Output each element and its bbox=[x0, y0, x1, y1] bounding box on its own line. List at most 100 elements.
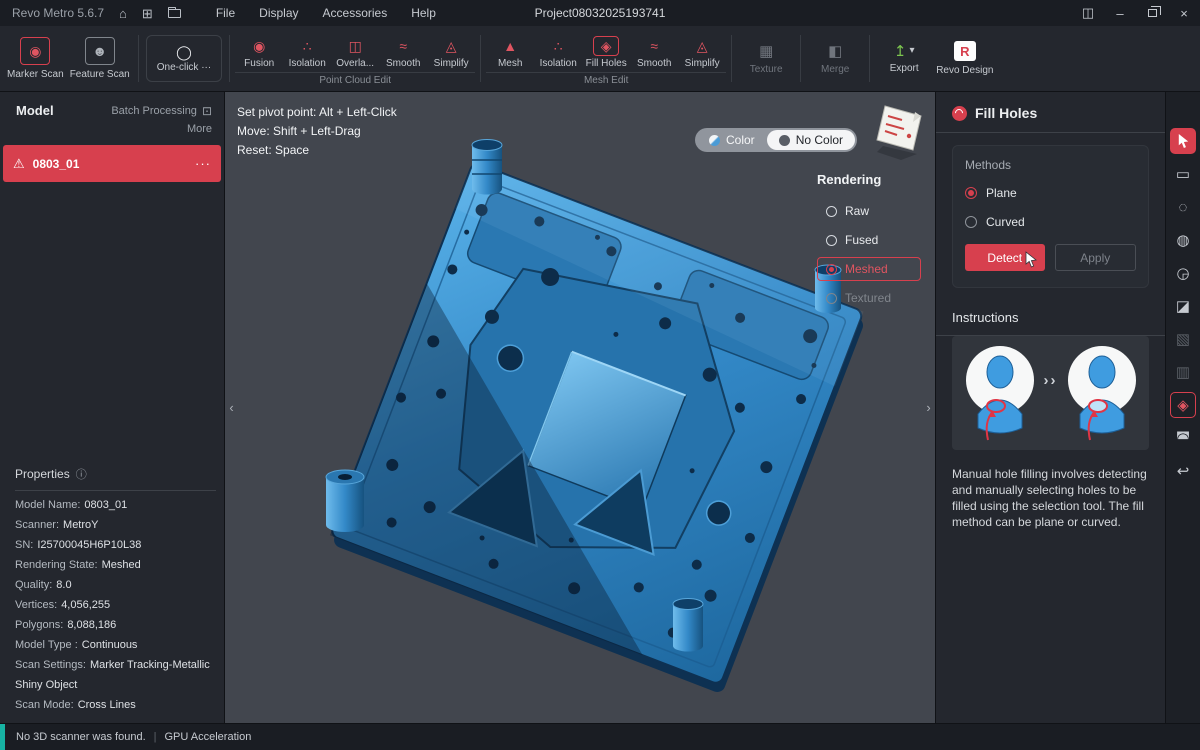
model-name: 0803_01 bbox=[32, 156, 80, 171]
brush-select-tool[interactable]: ▧ bbox=[1170, 326, 1196, 352]
color-option[interactable]: Color bbox=[697, 130, 767, 150]
new-project-icon[interactable]: ⊞ bbox=[142, 7, 153, 20]
tool-pc-simplify[interactable]: ◬ Simplify bbox=[427, 36, 475, 69]
properties-section: Properties ⓘ Model Name: 0803_01 Scanner:… bbox=[15, 466, 216, 715]
more-link[interactable]: More bbox=[0, 120, 224, 145]
collapse-left-panel[interactable]: ‹ bbox=[225, 390, 238, 426]
pin-left-boss bbox=[325, 469, 365, 532]
brush-select-icon: ▧ bbox=[1175, 330, 1191, 348]
isolation-icon: ∴ bbox=[553, 37, 563, 54]
tool-fusion[interactable]: ◉ Fusion bbox=[235, 36, 283, 69]
hint-pivot: Set pivot point: Alt + Left-Click bbox=[237, 105, 397, 119]
color-toggle[interactable]: Color No Color bbox=[695, 128, 858, 152]
radio-icon bbox=[965, 216, 977, 228]
batch-processing-button[interactable]: Batch Processing ⊡ bbox=[111, 104, 212, 118]
fill-holes-strip-tool[interactable]: ◈ bbox=[1170, 392, 1196, 418]
menu-file[interactable]: File bbox=[216, 6, 235, 20]
detect-button[interactable]: Detect bbox=[965, 244, 1045, 271]
bridge-tool[interactable]: ◚ bbox=[1170, 425, 1196, 451]
tool-mesh-simplify[interactable]: ◬ Simplify bbox=[678, 36, 726, 69]
model-panel-title: Model bbox=[16, 103, 54, 118]
menu-display[interactable]: Display bbox=[259, 6, 298, 20]
item-menu-icon[interactable]: ··· bbox=[195, 156, 211, 171]
export-button[interactable]: ↥ ▾ Export bbox=[875, 26, 933, 91]
sphere-select-tool[interactable]: ◶ bbox=[1170, 260, 1196, 286]
rect-select-icon: ▭ bbox=[1175, 165, 1191, 183]
methods-card: Methods Plane Curved Detect Apply bbox=[952, 145, 1149, 288]
property-row: Quality: 8.0 bbox=[15, 579, 72, 591]
property-row: Scanner: MetroY bbox=[15, 519, 99, 531]
property-row: Polygons: 8,088,186 bbox=[15, 619, 117, 631]
mouse-cursor bbox=[1025, 251, 1037, 268]
one-click-button[interactable]: ◯ One-click ··· bbox=[145, 35, 223, 82]
view-gizmo-paper[interactable] bbox=[871, 98, 929, 162]
method-plane[interactable]: Plane bbox=[965, 186, 1136, 200]
delete-select-icon: ▥ bbox=[1175, 363, 1191, 381]
bubble-select-tool[interactable]: ◍ bbox=[1170, 227, 1196, 253]
viewport-3d[interactable]: Set pivot point: Alt + Left-Click Move: … bbox=[225, 92, 935, 723]
select-cursor-tool[interactable] bbox=[1170, 128, 1196, 154]
mesh-edit-group: ▲ Mesh ∴ Isolation ◈ Fill Holes ≈ Smooth… bbox=[486, 26, 727, 91]
radio-icon bbox=[826, 292, 837, 304]
undo-tool[interactable]: ↩ bbox=[1170, 458, 1196, 484]
divider bbox=[15, 490, 216, 491]
marker-scan-button[interactable]: ◉ Marker Scan bbox=[4, 26, 67, 91]
tool-overlap[interactable]: ◫ Overla... bbox=[331, 36, 379, 69]
merge-button[interactable]: ◧ Merge bbox=[806, 26, 864, 91]
mold-plate[interactable] bbox=[327, 161, 868, 694]
home-icon[interactable]: ⌂ bbox=[119, 7, 127, 20]
texture-button[interactable]: ▦ Texture bbox=[737, 26, 795, 91]
divider bbox=[936, 132, 1165, 133]
point-cloud-edit-group: ◉ Fusion ∴ Isolation ◫ Overla... ≈ Smoot… bbox=[235, 26, 476, 91]
model-list-item[interactable]: ⚠ 0803_01 ··· bbox=[3, 145, 221, 182]
rendering-option-fused[interactable]: Fused bbox=[817, 228, 921, 252]
rendering-option-textured[interactable]: Textured bbox=[817, 286, 921, 310]
sphere-select-icon: ◶ bbox=[1176, 264, 1190, 282]
tool-pc-smooth[interactable]: ≈ Smooth bbox=[379, 36, 427, 69]
undo-icon: ↩ bbox=[1176, 462, 1190, 480]
bridge-icon: ◚ bbox=[1175, 429, 1191, 447]
property-row: SN: I25700045H6P10L38 bbox=[15, 539, 142, 551]
minimize-button[interactable]: – bbox=[1104, 0, 1136, 26]
rendering-option-raw[interactable]: Raw bbox=[817, 199, 921, 223]
chevron-down-icon[interactable]: ▾ bbox=[909, 46, 914, 56]
menu-accessories[interactable]: Accessories bbox=[323, 6, 388, 20]
rendering-option-meshed[interactable]: Meshed bbox=[817, 257, 921, 281]
tool-mesh-isolation[interactable]: ∴ Isolation bbox=[534, 36, 582, 69]
app-title: Revo Metro 5.6.7 bbox=[12, 6, 105, 20]
revo-design-button[interactable]: R Revo Design bbox=[933, 26, 996, 91]
app-window: Revo Metro 5.6.7 ⌂ ⊞ File Display Access… bbox=[0, 0, 1200, 750]
feature-scan-button[interactable]: ☻ Feature Scan bbox=[67, 26, 133, 91]
scanner-status: No 3D scanner was found. bbox=[16, 731, 146, 743]
restore-button[interactable] bbox=[1136, 0, 1168, 26]
tool-fill-holes[interactable]: ◈ Fill Holes bbox=[582, 35, 630, 69]
titlebar: Revo Metro 5.6.7 ⌂ ⊞ File Display Access… bbox=[0, 0, 1200, 26]
apply-button[interactable]: Apply bbox=[1054, 244, 1136, 271]
menu-help[interactable]: Help bbox=[411, 6, 436, 20]
open-folder-icon[interactable] bbox=[167, 6, 181, 18]
property-row: Scan Settings: Marker Tracking-Metallic S… bbox=[15, 659, 210, 691]
close-button[interactable]: × bbox=[1168, 0, 1200, 26]
collapse-right-panel[interactable]: › bbox=[922, 390, 935, 426]
tool-mesh-smooth[interactable]: ≈ Smooth bbox=[630, 36, 678, 69]
radio-icon bbox=[826, 234, 837, 246]
toolbar-separator bbox=[229, 35, 231, 82]
radio-icon bbox=[826, 205, 837, 217]
delete-select-tool[interactable]: ▥ bbox=[1170, 359, 1196, 385]
bust-before-image bbox=[965, 346, 1034, 441]
tool-pc-isolation[interactable]: ∴ Isolation bbox=[283, 36, 331, 69]
no-color-sphere-icon bbox=[778, 134, 790, 146]
info-icon[interactable]: ⓘ bbox=[76, 466, 87, 482]
feature-scan-icon: ☻ bbox=[92, 43, 108, 59]
method-curved[interactable]: Curved bbox=[965, 215, 1136, 229]
radio-icon bbox=[965, 187, 977, 199]
color-sphere-icon bbox=[709, 134, 720, 146]
rect-select-tool[interactable]: ▭ bbox=[1170, 161, 1196, 187]
panels-toggle-icon[interactable]: ◫ bbox=[1072, 0, 1104, 26]
lasso-select-tool[interactable]: ◌ bbox=[1170, 194, 1196, 220]
arrow-separator: ›› bbox=[1043, 371, 1058, 389]
no-color-option[interactable]: No Color bbox=[766, 130, 856, 150]
invert-select-tool[interactable]: ◪ bbox=[1170, 293, 1196, 319]
tool-mesh[interactable]: ▲ Mesh bbox=[486, 36, 534, 69]
fill-holes-icon: ◈ bbox=[600, 37, 612, 54]
